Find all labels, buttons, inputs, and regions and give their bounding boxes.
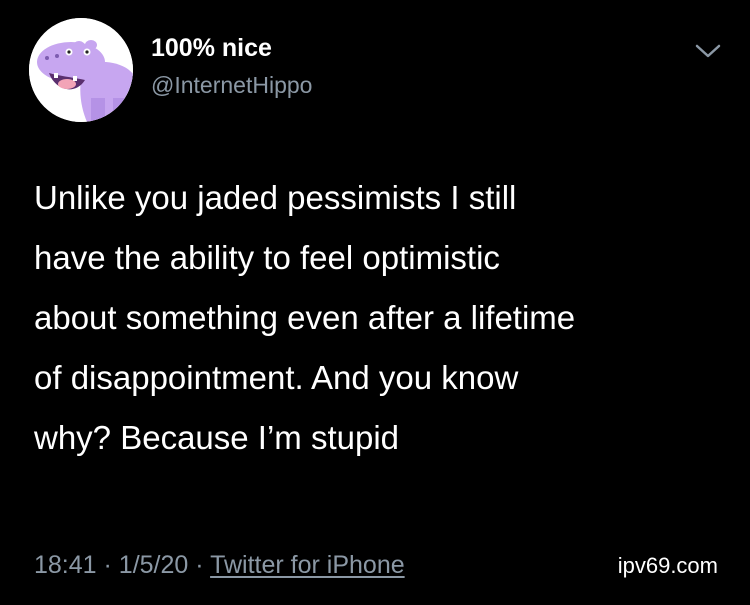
meta-separator: · (103, 551, 112, 579)
watermark: ipv69.com (617, 553, 718, 578)
tweet-date[interactable]: 1/5/20 (119, 551, 189, 579)
tweet-time[interactable]: 18:41 (34, 551, 97, 579)
tweet-line: have the ability to feel optimistic (34, 239, 500, 276)
handle[interactable]: @InternetHippo (151, 72, 312, 99)
tweet-line: Unlike you jaded pessimists I still (34, 179, 517, 216)
tweet-text: Unlike you jaded pessimists I still have… (34, 168, 734, 468)
tweet-line: of disappointment. And you know (34, 359, 519, 396)
chevron-down-icon[interactable] (693, 40, 723, 62)
tweet-line: why? Because I’m stupid (34, 419, 400, 456)
meta-separator: · (195, 551, 204, 579)
purple-hippo-icon (29, 18, 133, 122)
tweet-meta: 18:41 · 1/5/20 · Twitter for iPhone (34, 551, 405, 580)
tweet-source-link[interactable]: Twitter for iPhone (210, 551, 405, 579)
display-name[interactable]: 100% nice (151, 34, 272, 63)
tweet-line: about something even after a lifetime (34, 299, 576, 336)
avatar[interactable] (29, 18, 133, 122)
